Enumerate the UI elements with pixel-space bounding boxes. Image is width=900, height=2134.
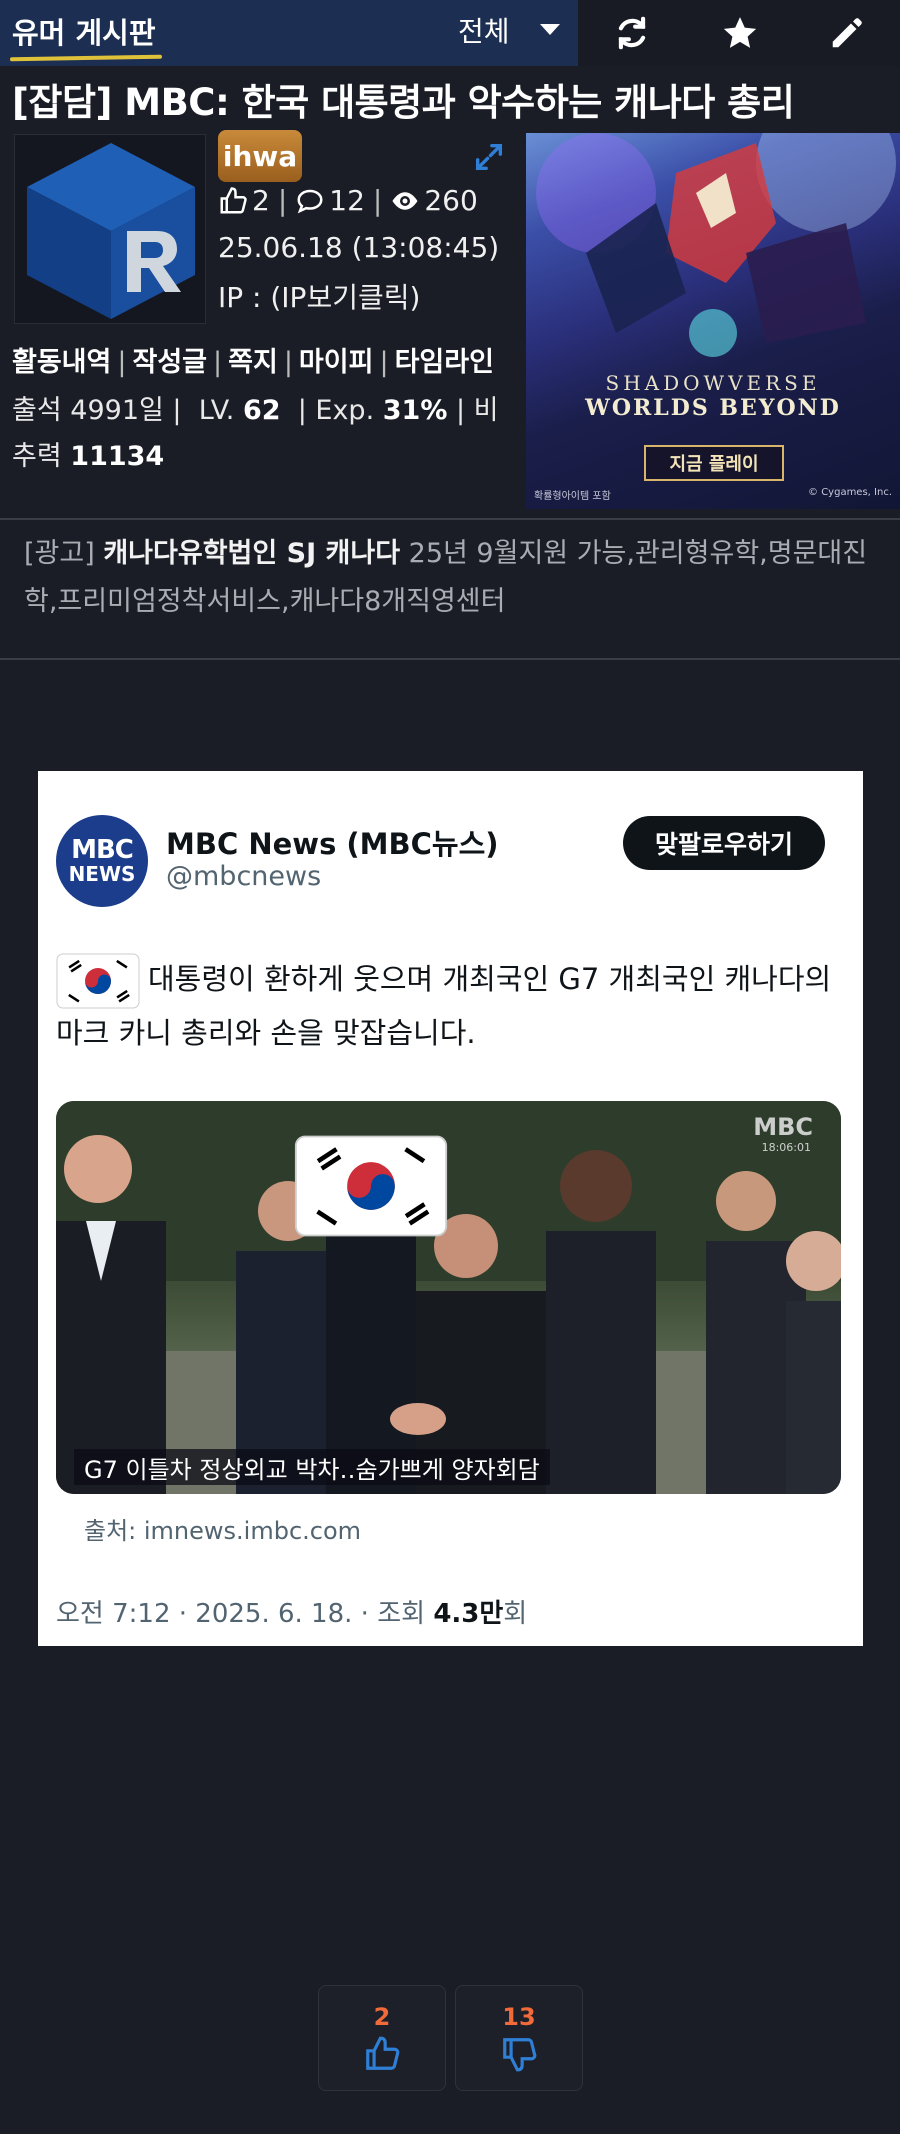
korea-flag-icon	[56, 953, 140, 1009]
embedded-tweet: MBC NEWS MBC News (MBC뉴스) @mbcnews 맞팔로우하…	[38, 771, 863, 1646]
cube-r-logo-icon	[27, 143, 195, 319]
tweet-view-count: 4.3만	[433, 1599, 504, 1629]
ad-play-button[interactable]: 지금 플레이	[644, 445, 784, 481]
pencil-icon	[832, 18, 862, 48]
attendance-value: 4991일	[70, 395, 164, 426]
broadcast-watermark: MBC	[753, 1113, 813, 1141]
news-caption: G7 이틀차 정상외교 박차‥숨가쁘게 양자회담	[74, 1449, 550, 1485]
write-button[interactable]	[793, 0, 900, 66]
chevron-down-icon	[540, 24, 560, 35]
broadcast-timestamp: 18:06:01	[761, 1141, 811, 1154]
text-ad[interactable]: [광고] 캐나다유학법인 SJ 캐나다 25년 9월지원 가능,관리형유학,명문…	[24, 530, 880, 626]
favorite-button[interactable]	[686, 0, 793, 66]
post-title: [잡담] MBC: 한국 대통령과 악수하는 캐나다 총리	[12, 81, 795, 124]
ad-logo-line1: SHADOWVERSE	[605, 371, 821, 395]
timeline-link[interactable]: 타임라인	[395, 347, 494, 378]
ip-link[interactable]: IP : (IP보기클릭)	[218, 276, 420, 316]
eye-icon	[392, 191, 418, 210]
thumbs-down-icon	[503, 2038, 537, 2072]
ratio-value: 11134	[70, 441, 165, 472]
refresh-icon	[618, 16, 645, 50]
author-activity-menu: 활동내역 | 작성글 | 쪽지 | 마이피 | 타임라인	[12, 347, 494, 378]
level-value: 62	[242, 395, 281, 426]
upvote-button[interactable]: 2	[318, 1985, 446, 2091]
comment-count: 12	[329, 184, 365, 217]
upvote-count: 2	[373, 2003, 391, 2031]
expand-icon[interactable]	[472, 140, 506, 174]
activity-link[interactable]: 활동내역	[12, 347, 111, 378]
thumbs-up-icon	[220, 186, 247, 213]
avatar[interactable]	[14, 134, 206, 324]
leaders-handshake-photo	[56, 1101, 841, 1494]
downvote-count: 13	[502, 2003, 536, 2031]
star-icon	[723, 17, 756, 48]
tweet-source-link[interactable]: 출처: imnews.imbc.com	[84, 1511, 361, 1546]
board-filter-label: 전체	[458, 15, 510, 48]
posts-link[interactable]: 작성글	[132, 347, 207, 378]
ad-artwork	[536, 133, 896, 357]
board-selector[interactable]: 유머 게시판 전체	[0, 0, 578, 66]
post-counts: 2 | 12 | 260	[218, 184, 478, 217]
ad-sponsor: 캐나다유학법인 SJ 캐나다	[103, 538, 401, 569]
tweet-footer: 오전 7:12 · 2025. 6. 18. · 조회 4.3만회	[56, 1599, 528, 1629]
like-count: 2	[252, 184, 270, 217]
downvote-button[interactable]: 13	[455, 1985, 583, 2091]
ad-logo-line2: WORLDS BEYOND	[585, 395, 841, 421]
ad-copyright: © Cygames, Inc.	[808, 487, 892, 498]
tweet-account-handle[interactable]: @mbcnews	[166, 861, 321, 892]
divider	[0, 658, 900, 660]
ad-note: 확률형아이템 포함	[534, 491, 611, 502]
view-count: 260	[424, 184, 478, 217]
korea-flag-sticker-icon	[294, 1135, 448, 1237]
game-ad-banner[interactable]: SHADOWVERSE WORLDS BEYOND 지금 플레이 확률형아이템 …	[526, 133, 900, 509]
divider	[0, 518, 900, 520]
author-level-badge[interactable]: ihwa	[218, 130, 302, 182]
follow-button[interactable]: 맞팔로우하기	[623, 816, 825, 870]
message-link[interactable]: 쪽지	[228, 347, 278, 378]
comment-icon	[297, 189, 323, 213]
author-stats: 출석 4991일 | LV. 62 | Exp. 31% | 비추력 11134	[12, 395, 499, 472]
exp-value: 31%	[382, 395, 448, 426]
ad-prefix: [광고]	[24, 538, 95, 569]
board-title-underline	[9, 54, 163, 62]
board-title: 유머 게시판	[12, 16, 156, 50]
tweet-avatar[interactable]: MBC NEWS	[56, 815, 148, 907]
tweet-text: 대통령이 환하게 웃으며 개최국인 G7 개최국인 캐나다의 마크 카니 총리와…	[56, 953, 846, 1057]
top-bar: 유머 게시판 전체	[0, 0, 900, 66]
tweet-body: 대통령이 환하게 웃으며 개최국인 G7 개최국인 캐나다의 마크 카니 총리와…	[56, 962, 832, 1050]
refresh-button[interactable]	[578, 0, 685, 66]
post-date: 25.06.18 (13:08:45)	[218, 231, 500, 264]
mypi-link[interactable]: 마이피	[299, 347, 374, 378]
tweet-media-image[interactable]: MBC 18:06:01 G7 이틀차 정상외교 박차‥숨가쁘게 양자회담	[56, 1101, 841, 1494]
thumbs-up-icon	[366, 2036, 400, 2070]
tweet-account-name[interactable]: MBC News (MBC뉴스)	[166, 821, 499, 863]
